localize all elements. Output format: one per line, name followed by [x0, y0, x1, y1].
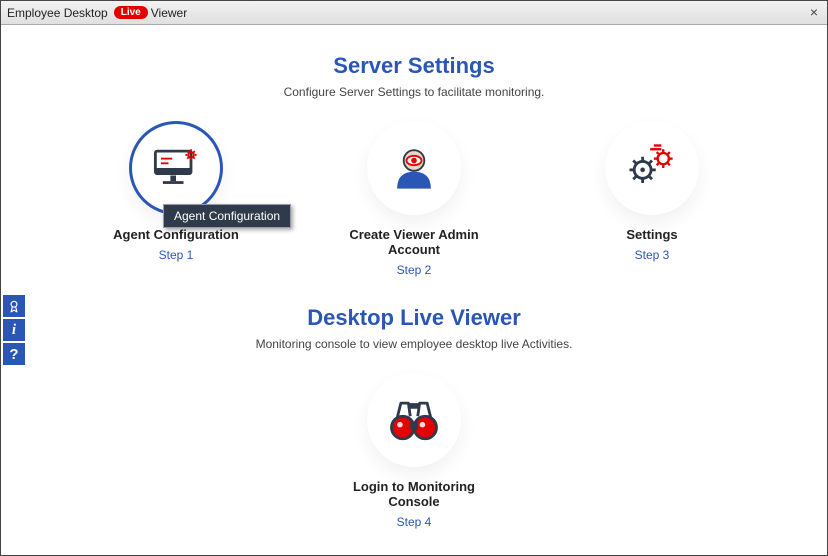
- server-settings-sub: Configure Server Settings to facilitate …: [1, 85, 827, 99]
- content-area: i ? Server Settings Configure Server Set…: [1, 25, 827, 555]
- card-step: Step 4: [329, 515, 499, 529]
- titlebar: Employee Desktop Live Viewer ×: [1, 1, 827, 25]
- desktop-live-viewer-heading: Desktop Live Viewer: [1, 305, 827, 331]
- create-viewer-admin-bubble: [367, 121, 461, 215]
- card-create-viewer-admin[interactable]: Create Viewer Admin Account Step 2: [329, 121, 499, 277]
- card-step: Step 2: [329, 263, 499, 277]
- card-title: Agent Configuration: [91, 227, 261, 242]
- live-badge: Live: [114, 6, 148, 19]
- user-eye-icon: [384, 138, 444, 198]
- card-title: Create Viewer Admin Account: [329, 227, 499, 257]
- sidebar-info-button[interactable]: i: [3, 319, 25, 341]
- binoculars-icon: [384, 390, 444, 450]
- app-title-suffix: Viewer: [151, 6, 187, 20]
- card-title: Settings: [567, 227, 737, 242]
- sidebar-award-button[interactable]: [3, 295, 25, 317]
- settings-bubble: [605, 121, 699, 215]
- app-title-prefix: Employee Desktop: [7, 6, 108, 20]
- sidebar-help-button[interactable]: ?: [3, 343, 25, 365]
- close-button[interactable]: ×: [805, 3, 823, 21]
- desktop-live-viewer-section: Desktop Live Viewer Monitoring console t…: [1, 305, 827, 529]
- card-login-monitoring-console[interactable]: Login to Monitoring Console Step 4: [329, 373, 499, 529]
- gears-icon: [622, 138, 682, 198]
- card-step: Step 3: [567, 248, 737, 262]
- monitor-gear-icon: [146, 138, 206, 198]
- card-title: Login to Monitoring Console: [329, 479, 499, 509]
- card-agent-configuration[interactable]: Agent Configuration Agent Configuration …: [91, 121, 261, 277]
- desktop-live-viewer-sub: Monitoring console to view employee desk…: [1, 337, 827, 351]
- card-settings[interactable]: Settings Step 3: [567, 121, 737, 277]
- agent-configuration-bubble: [129, 121, 223, 215]
- award-icon: [7, 299, 21, 313]
- sidebar: i ?: [3, 295, 25, 365]
- server-settings-heading: Server Settings: [1, 53, 827, 79]
- login-console-bubble: [367, 373, 461, 467]
- server-settings-row: Agent Configuration Agent Configuration …: [1, 99, 827, 277]
- card-step: Step 1: [91, 248, 261, 262]
